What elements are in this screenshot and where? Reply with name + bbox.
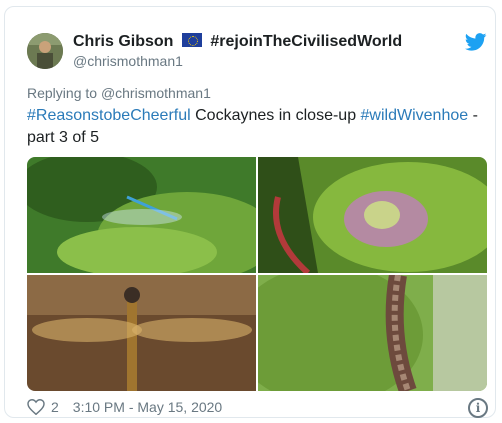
damselfly-image xyxy=(27,157,256,273)
author-handle[interactable]: @chrismothman1 xyxy=(73,53,183,69)
tweet-text: #ReasonstobeCheerful Cockaynes in close-… xyxy=(27,105,487,149)
tweet-text-segment: - xyxy=(468,107,478,124)
hashtag-wildwivenhoe[interactable]: #wildWivenhoe xyxy=(361,107,469,124)
reply-context: Replying to @chrismothman1 xyxy=(27,85,211,101)
like-count[interactable]: 2 xyxy=(51,399,59,415)
caterpillar-photo[interactable] xyxy=(258,275,487,391)
tweet-text-segment: part 3 of 5 xyxy=(27,129,100,146)
author-name-suffix[interactable]: #rejoinTheCivilisedWorld xyxy=(210,33,402,50)
tweet-footer: 2 3:10 PM - May 15, 2020 xyxy=(27,399,222,415)
hashtag-reasons[interactable]: #ReasonstobeCheerful xyxy=(27,107,191,124)
dragonfly-image xyxy=(27,275,256,391)
tweet-card: Chris Gibson #rejoinTheCivilisedWorld @c… xyxy=(4,6,496,418)
shieldbug-photo[interactable] xyxy=(258,157,487,273)
shieldbug-image xyxy=(258,157,487,273)
eu-flag-icon xyxy=(181,33,202,47)
tweet-text-segment: Cockaynes in close-up xyxy=(190,107,361,124)
reply-handle[interactable]: @chrismothman1 xyxy=(101,85,211,101)
avatar-image xyxy=(27,33,63,69)
author-avatar[interactable] xyxy=(27,33,63,69)
dragonfly-photo[interactable] xyxy=(27,275,256,391)
twitter-icon[interactable] xyxy=(465,33,487,51)
author-name[interactable]: Chris Gibson xyxy=(73,33,173,50)
reply-prefix: Replying to xyxy=(27,85,98,101)
media-grid xyxy=(27,157,487,391)
damselfly-photo[interactable] xyxy=(27,157,256,273)
caterpillar-image xyxy=(258,275,487,391)
heart-icon[interactable] xyxy=(27,399,45,415)
timestamp[interactable]: 3:10 PM - May 15, 2020 xyxy=(73,399,222,415)
author-name-row[interactable]: Chris Gibson #rejoinTheCivilisedWorld xyxy=(73,33,402,51)
info-icon[interactable]: i xyxy=(468,398,488,418)
